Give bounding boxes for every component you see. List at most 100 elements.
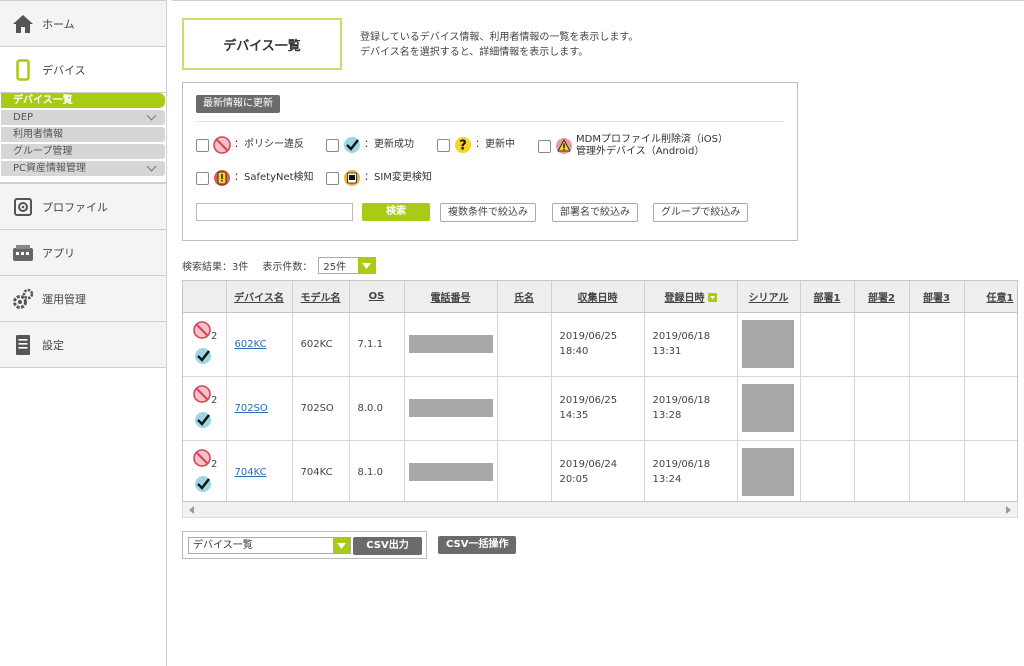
- sidebar-item-dep[interactable]: DEP: [1, 110, 165, 125]
- filter-panel: 最新情報に更新 ：ポリシー違反 ：更新成功 ? ：更新中 MDMプロファイル削除…: [182, 82, 798, 241]
- department-filter-button[interactable]: 部署名で絞込み: [552, 203, 638, 222]
- filter-policy-label: ：ポリシー違反: [234, 139, 304, 150]
- violation-count-badge: 2: [211, 395, 218, 406]
- th-device-name[interactable]: デバイス名: [226, 281, 293, 313]
- table-header-row: デバイス名 モデル名 OS 電話番号 氏名 収集日時 登録日時 シリアル 部署1…: [183, 281, 1017, 313]
- nav-app[interactable]: アプリ: [0, 229, 166, 276]
- sidebar-item-pc-asset-label: PC資産情報管理: [13, 163, 87, 174]
- filter-mdm-line2: 管理外デバイス（Android）: [576, 146, 705, 157]
- th-dept2[interactable]: 部署2: [854, 281, 910, 313]
- nav-profile[interactable]: プロファイル: [0, 183, 166, 230]
- filter-update-success[interactable]: ：更新成功: [326, 136, 414, 154]
- csv-export-button[interactable]: CSV出力: [353, 537, 422, 555]
- export-target-select[interactable]: デバイス一覧: [188, 537, 351, 554]
- filter-sim-change[interactable]: ：SIM変更検知: [326, 169, 432, 187]
- device-link[interactable]: 702SO: [235, 403, 268, 414]
- sim-card-icon: [344, 170, 360, 186]
- per-page-select[interactable]: 25件: [318, 257, 377, 274]
- th-phone[interactable]: 電話番号: [404, 281, 498, 313]
- page-title: デバイス一覧: [182, 18, 342, 70]
- checkbox[interactable]: [326, 171, 339, 185]
- filter-updating[interactable]: ? ：更新中: [437, 136, 515, 154]
- filter-mdm-removed[interactable]: MDMプロファイル削除済（iOS） 管理外デバイス（Android）: [538, 134, 728, 158]
- filter-safetynet-label: ：SafetyNet検知: [234, 172, 314, 183]
- th-optional1[interactable]: 任意1: [964, 281, 1017, 313]
- th-user-name[interactable]: 氏名: [497, 281, 552, 313]
- home-icon: [12, 13, 34, 35]
- checkbox[interactable]: [326, 138, 339, 152]
- dept1-cell: [800, 312, 855, 377]
- status-icons: 2: [193, 447, 223, 497]
- os-cell: 8.0.0: [349, 376, 405, 441]
- search-button[interactable]: 検索: [362, 203, 430, 221]
- chevron-down-icon: [358, 258, 376, 273]
- registered-time: 13:28: [652, 410, 682, 421]
- filter-mdm-label: MDMプロファイル削除済（iOS） 管理外デバイス（Android）: [576, 134, 728, 158]
- filter-updating-label: ：更新中: [475, 139, 515, 150]
- multi-condition-filter-button[interactable]: 複数条件で絞込み: [440, 203, 536, 222]
- th-dept1[interactable]: 部署1: [800, 281, 855, 313]
- serial-cell: [737, 440, 801, 501]
- checkbox[interactable]: [538, 139, 551, 153]
- checkbox[interactable]: [196, 171, 209, 185]
- filter-mdm-line1: MDMプロファイル削除済（iOS）: [576, 134, 728, 145]
- profile-icon: [12, 196, 34, 218]
- phone-cell: [404, 312, 498, 377]
- th-os[interactable]: OS: [349, 281, 405, 313]
- result-count: 検索結果：3件: [182, 262, 249, 273]
- export-target-value: デバイス一覧: [193, 540, 253, 551]
- sidebar-item-device-list[interactable]: デバイス一覧: [1, 93, 165, 108]
- device-submenu: デバイス一覧 DEP 利用者情報 グループ管理 PC資産情報管理: [0, 93, 166, 183]
- filter-policy-violation[interactable]: ：ポリシー違反: [196, 136, 304, 154]
- device-link[interactable]: 602KC: [235, 339, 267, 350]
- checkmark-icon: [195, 348, 211, 364]
- page-description: 登録しているデバイス情報、利用者情報の一覧を表示します。 デバイス名を選択すると…: [360, 30, 638, 60]
- th-serial[interactable]: シリアル: [737, 281, 801, 313]
- th-collected[interactable]: 収集日時: [551, 281, 645, 313]
- model-cell: 702SO: [292, 376, 350, 441]
- sidebar-item-pc-asset[interactable]: PC資産情報管理: [1, 161, 165, 176]
- no-entry-icon: [213, 136, 231, 154]
- th-registered-label: 登録日時: [664, 292, 705, 304]
- th-model-name[interactable]: モデル名: [292, 281, 350, 313]
- filter-safetynet[interactable]: ：SafetyNet検知: [196, 169, 314, 187]
- result-info: 検索結果：3件 表示件数： 25件: [182, 257, 377, 274]
- smartphone-icon: [12, 58, 34, 81]
- device-name-cell: 702SO: [226, 376, 293, 441]
- scroll-right-icon[interactable]: [1006, 506, 1011, 514]
- model-cell: 704KC: [292, 440, 350, 501]
- table-row: 2 704KC 704KC 8.1.0 2019/06/24 20:05 2019…: [183, 440, 1017, 501]
- csv-bulk-operation-button[interactable]: CSV一括操作: [438, 536, 517, 554]
- os-cell: 8.1.0: [349, 440, 405, 501]
- horizontal-scrollbar[interactable]: [182, 502, 1018, 518]
- table-row: 2 602KC 602KC 7.1.1 2019/06/25 18:40 2019…: [183, 312, 1017, 377]
- sidebar-item-group[interactable]: グループ管理: [1, 144, 165, 159]
- svg-text:?: ?: [459, 139, 467, 154]
- redacted-phone: [408, 399, 493, 417]
- nav-home[interactable]: ホーム: [0, 0, 166, 47]
- th-dept3[interactable]: 部署3: [909, 281, 965, 313]
- registered-date: 2019/06/18: [652, 395, 711, 406]
- search-input[interactable]: [196, 203, 353, 221]
- scroll-left-icon[interactable]: [189, 506, 194, 514]
- checkbox[interactable]: [196, 138, 209, 152]
- refresh-button[interactable]: 最新情報に更新: [196, 95, 280, 113]
- redacted-serial: [741, 320, 794, 368]
- user-name-cell: [497, 376, 552, 441]
- no-entry-icon: [193, 321, 211, 339]
- sidebar-item-user-info[interactable]: 利用者情報: [1, 127, 165, 142]
- sort-descending-icon: [707, 293, 717, 303]
- checkbox[interactable]: [437, 138, 450, 152]
- nav-home-label: ホーム: [42, 17, 75, 31]
- nav-operation-label: 運用管理: [42, 292, 86, 306]
- group-filter-button[interactable]: グループで絞込み: [653, 203, 749, 222]
- device-name-cell: 704KC: [226, 440, 293, 501]
- nav-settings[interactable]: 設定: [0, 321, 166, 368]
- settings-document-icon: [12, 334, 34, 356]
- optional1-cell: [964, 440, 1017, 501]
- device-link[interactable]: 704KC: [235, 467, 267, 478]
- nav-device[interactable]: デバイス: [0, 46, 166, 93]
- nav-device-label: デバイス: [42, 63, 86, 77]
- th-registered[interactable]: 登録日時: [644, 281, 738, 313]
- nav-operation[interactable]: 運用管理: [0, 275, 166, 322]
